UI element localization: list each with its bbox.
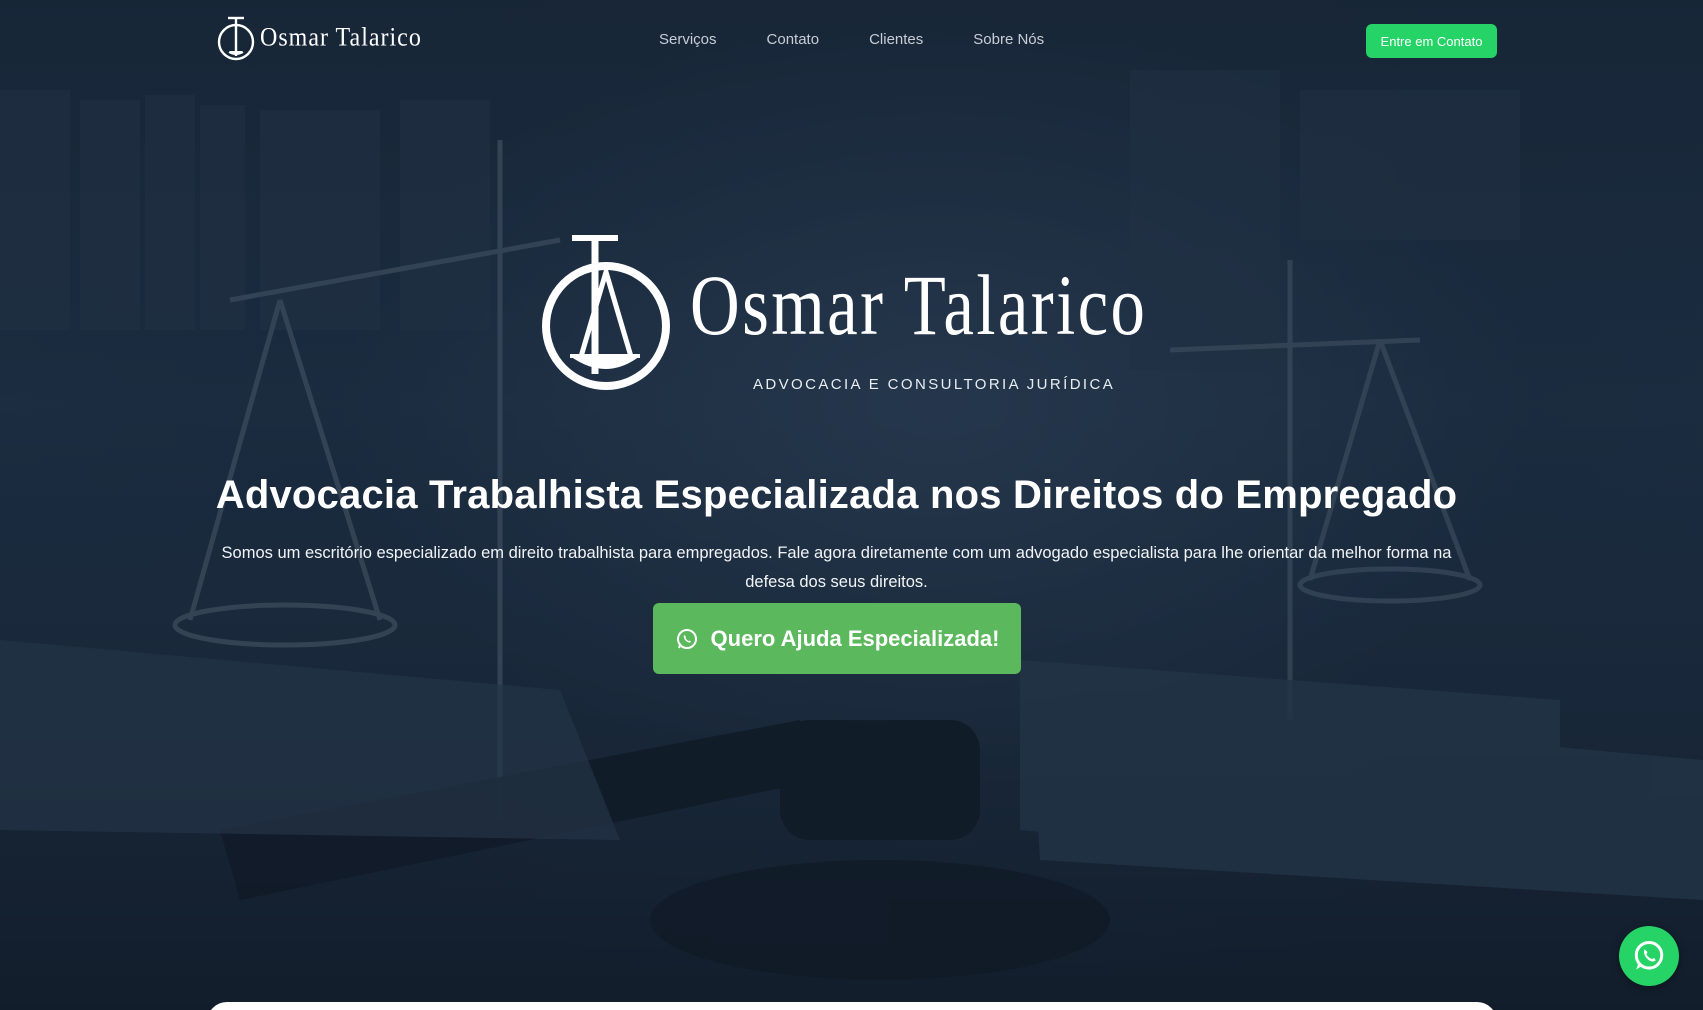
header-contact-button[interactable]: Entre em Contato xyxy=(1366,24,1497,58)
next-section-card xyxy=(207,1002,1497,1010)
hero-subtext: Somos um escritório especializado em dir… xyxy=(221,543,1452,591)
header-brand-name: Osmar Talarico xyxy=(260,23,422,52)
nav-item-sobre-nos[interactable]: Sobre Nós xyxy=(973,31,1044,48)
scales-logo-icon xyxy=(217,16,255,61)
nav-item-contato[interactable]: Contato xyxy=(767,31,820,48)
hero-cta-label: Quero Ajuda Especializada! xyxy=(710,625,1000,651)
landing-page: Osmar Talarico Serviços Contato Clientes… xyxy=(0,0,1703,1010)
whatsapp-icon xyxy=(676,628,697,649)
whatsapp-icon xyxy=(1634,941,1664,970)
scales-logo-icon xyxy=(542,235,670,390)
nav-item-servicos[interactable]: Serviços xyxy=(659,31,717,48)
main-nav: Serviços Contato Clientes Sobre Nós xyxy=(659,31,1094,48)
site-header: Osmar Talarico Serviços Contato Clientes… xyxy=(0,0,1703,84)
whatsapp-floating-button[interactable] xyxy=(1619,926,1679,986)
hero-tagline: ADVOCACIA E CONSULTORIA JURÍDICA xyxy=(753,376,1116,393)
hero-headline: Advocacia Trabalhista Especializada nos … xyxy=(215,472,1458,517)
hero-brand-name: Osmar Talarico xyxy=(690,257,1148,353)
hero-cta-button[interactable]: Quero Ajuda Especializada! xyxy=(653,603,1021,674)
hero-logo: Osmar Talarico ADVOCACIA E CONSULTORIA J… xyxy=(540,232,1145,402)
header-logo[interactable]: Osmar Talarico xyxy=(216,12,422,64)
nav-item-clientes[interactable]: Clientes xyxy=(869,31,923,48)
